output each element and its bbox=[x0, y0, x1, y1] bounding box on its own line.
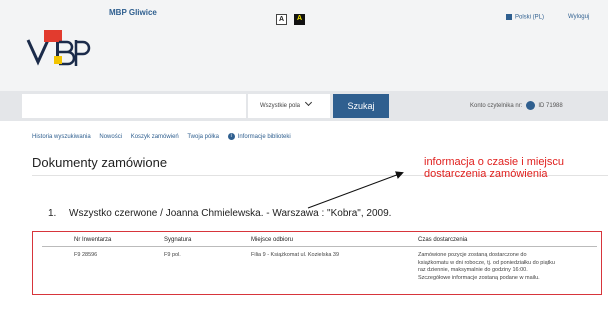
header-pickup: Miejsce odbioru bbox=[251, 237, 294, 243]
header-signature: Sygnatura bbox=[164, 237, 192, 243]
record-number: 1. bbox=[48, 208, 57, 219]
record-title[interactable]: Wszystko czerwone / Joanna Chmielewska. … bbox=[69, 208, 391, 219]
cell-signature: F9 pol. bbox=[164, 252, 181, 258]
cell-delivery: Zamówione pozycje zostaną dostarczone do… bbox=[418, 252, 596, 282]
cell-pickup: Filia 9 - Książkomat ul. Kozielska 39 bbox=[251, 252, 340, 258]
table-header-divider bbox=[42, 246, 597, 247]
delivery-line-1: Zamówione pozycje zostaną dostarczone do bbox=[418, 252, 527, 258]
header-delivery: Czas dostarczenia bbox=[418, 237, 468, 243]
delivery-line-4: Szczegółowe informacje zostaną podane w … bbox=[418, 274, 540, 281]
cell-inventory: F9 28596 bbox=[74, 252, 98, 258]
header-inventory: Nr Inwentarza bbox=[74, 237, 112, 243]
delivery-line-2: książkomatu w dni robocze, tj. od ponied… bbox=[418, 259, 555, 266]
delivery-line-3: raz dziennie, maksymalnie do godziny 16:… bbox=[418, 267, 528, 273]
